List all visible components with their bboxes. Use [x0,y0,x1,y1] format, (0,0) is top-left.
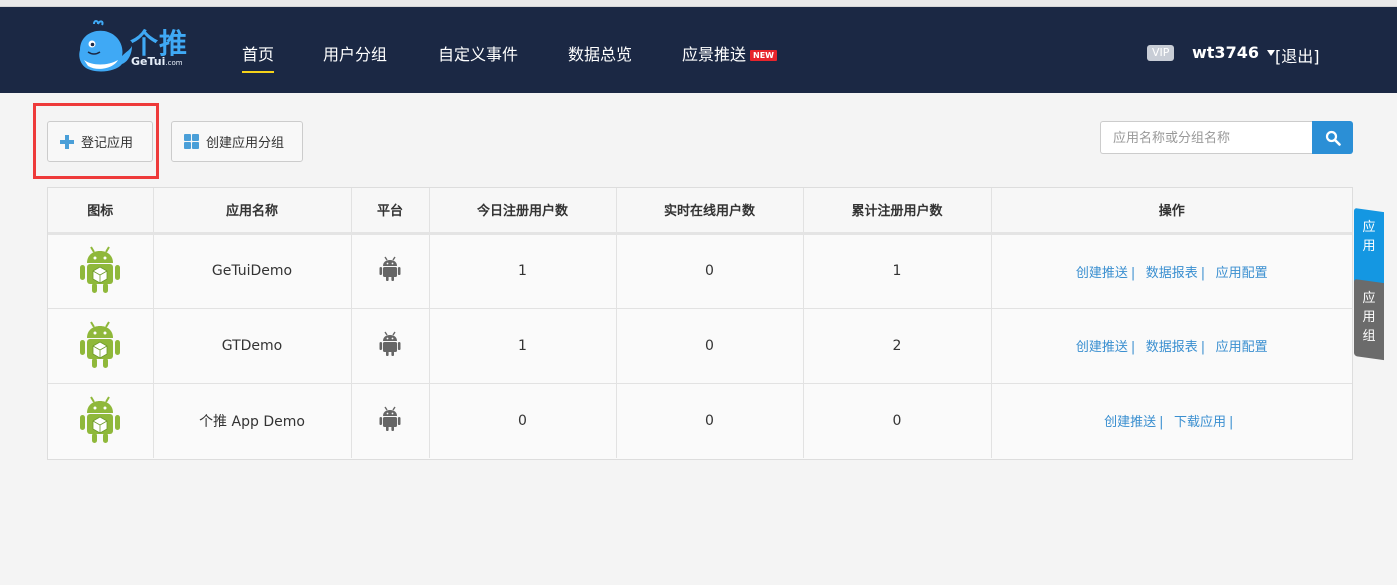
window-top-strip [0,0,1397,7]
online-users: 0 [616,233,804,309]
platform-cell [351,383,430,458]
app-table: 图标 应用名称 平台 今日注册用户数 实时在线用户数 累计注册用户数 操作 Ge… [47,187,1353,460]
plus-icon [60,134,74,149]
operations-cell: 创建推送 | 数据报表 | 应用配置 [991,233,1352,309]
brand-sub: GeTui.com [131,55,183,68]
side-tab-apps-char: 用 [1362,239,1376,254]
table-row: 个推 App Demo 0 0 0 创建推送 | 下载应用 | [48,383,1352,458]
header-online-users: 实时在线用户数 [616,188,804,235]
today-registered: 1 [429,308,617,384]
android-app-icon[interactable] [78,318,122,370]
header-today-registered: 今日注册用户数 [429,188,617,235]
platform-cell [351,233,430,309]
app-config-link[interactable]: 应用配置 [1216,340,1268,355]
app-icon-cell [48,383,154,458]
total-registered: 0 [803,383,992,458]
table-row: GeTuiDemo 1 0 1 创建推送 | 数据报表 | 应用配置 [48,233,1352,309]
whale-logo-icon [79,20,132,72]
operations-cell: 创建推送 | 下载应用 | [991,383,1352,458]
header-operations: 操作 [991,188,1352,235]
nav-scene-push[interactable]: 应景推送 NEW [682,41,777,65]
operations-cell: 创建推送 | 数据报表 | 应用配置 [991,308,1352,384]
logout-link[interactable]: [退出] [1275,43,1320,67]
nav-scene-push-label: 应景推送 [682,45,747,64]
app-name: GTDemo [153,308,352,384]
caret-down-icon [1266,50,1275,56]
create-push-link[interactable]: 创建推送 [1104,415,1156,430]
side-tab-groups-char: 应 [1362,291,1376,306]
register-app-label: 登记应用 [81,136,134,151]
today-registered: 1 [429,233,617,309]
table-header-row: 图标 应用名称 平台 今日注册用户数 实时在线用户数 累计注册用户数 操作 [48,188,1352,235]
side-tab-app-groups[interactable]: 应 用 组 [1354,278,1384,361]
side-tab-groups-char: 组 [1362,329,1376,344]
header-icon: 图标 [48,188,154,235]
header-app-name: 应用名称 [153,188,352,235]
nav-data-overview[interactable]: 数据总览 [568,41,632,65]
vip-badge: VIP [1147,45,1175,61]
nav-custom-events[interactable]: 自定义事件 [438,41,518,65]
android-platform-icon [379,331,401,356]
register-app-button[interactable]: 登记应用 [47,121,153,162]
search-button[interactable] [1312,121,1353,154]
grid-icon [184,134,199,149]
username: wt3746 [1192,43,1259,62]
today-registered: 0 [429,383,617,458]
app-name: 个推 App Demo [153,383,352,458]
app-icon-cell [48,308,154,384]
side-tab-apps[interactable]: 应 用 [1354,207,1384,289]
data-report-link[interactable]: 数据报表 [1146,340,1198,355]
app-icon-cell [48,233,154,309]
android-platform-icon [379,406,401,431]
side-tab-apps-char: 应 [1362,220,1376,235]
nav-home[interactable]: 首页 [242,41,275,73]
create-push-link[interactable]: 创建推送 [1076,340,1128,355]
total-registered: 1 [803,233,992,309]
android-platform-icon [379,256,401,281]
data-report-link[interactable]: 数据报表 [1146,266,1198,281]
header-platform: 平台 [351,188,430,235]
android-app-icon[interactable] [78,393,122,445]
search-icon [1325,130,1341,146]
nav-user-groups[interactable]: 用户分组 [323,41,387,65]
total-registered: 2 [803,308,992,384]
online-users: 0 [616,308,804,384]
side-tab-groups-char: 用 [1362,310,1376,325]
getui-logo[interactable]: 个推 GeTui.com [74,20,194,72]
app-name: GeTuiDemo [153,233,352,309]
user-menu[interactable]: wt3746 [1192,43,1275,62]
android-app-icon[interactable] [78,243,122,295]
search-input[interactable] [1100,121,1312,154]
app-config-link[interactable]: 应用配置 [1216,266,1268,281]
create-app-group-button[interactable]: 创建应用分组 [171,121,303,162]
new-badge: NEW [750,50,777,61]
create-push-link[interactable]: 创建推送 [1076,266,1128,281]
table-row: GTDemo 1 0 2 创建推送 | 数据报表 | 应用配置 [48,308,1352,384]
create-app-group-label: 创建应用分组 [206,136,285,151]
header-total-registered: 累计注册用户数 [803,188,992,235]
online-users: 0 [616,383,804,458]
download-app-link[interactable]: 下载应用 [1174,415,1226,430]
platform-cell [351,308,430,384]
